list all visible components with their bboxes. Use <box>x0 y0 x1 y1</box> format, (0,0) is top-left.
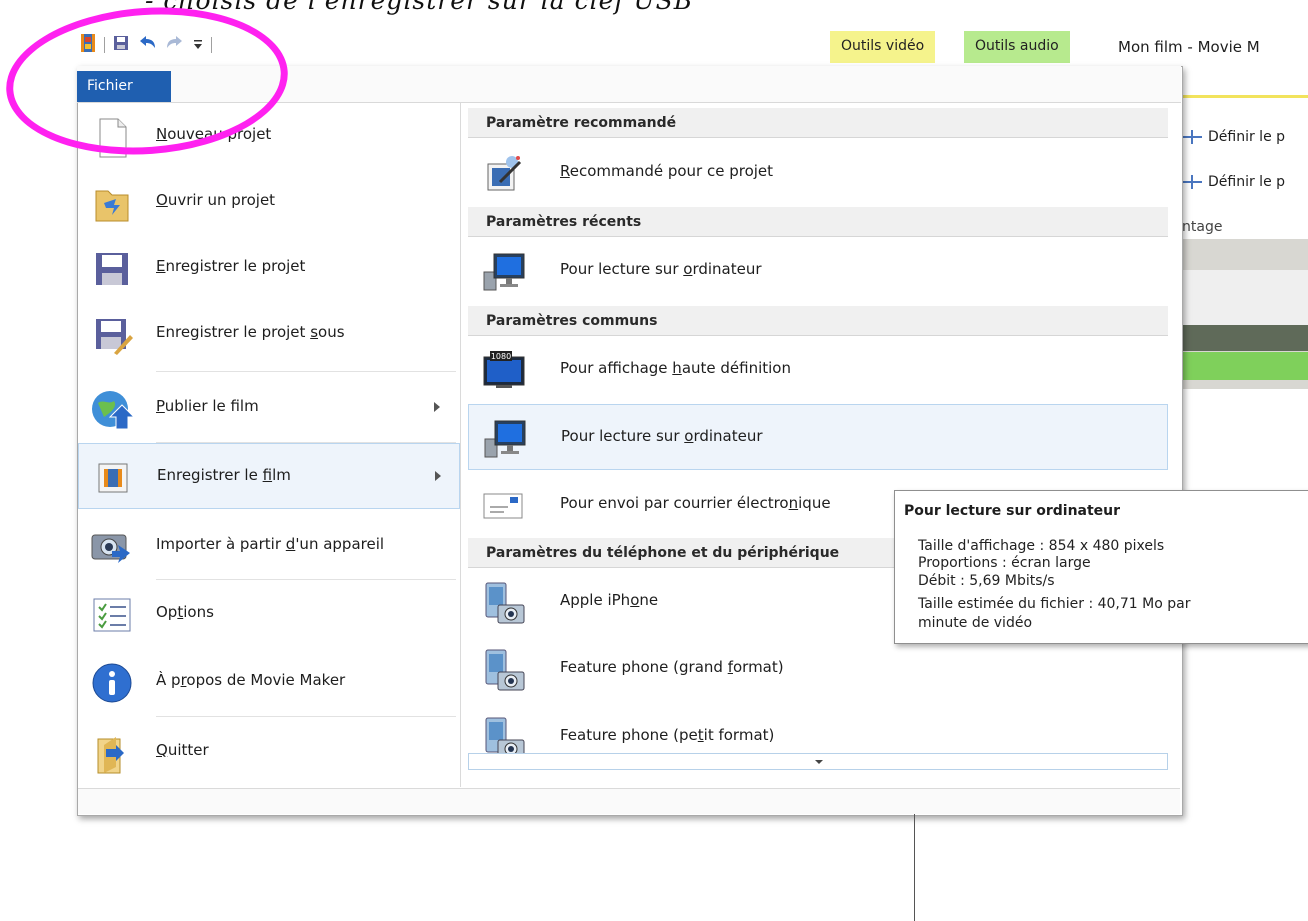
hd-tv-icon: 1080 <box>483 351 525 388</box>
menu-item-label: Enregistrer le projet sous <box>156 323 345 341</box>
video-thumbnail <box>1182 270 1308 325</box>
section-header-communs: Paramètres communs <box>468 306 1168 336</box>
option-label: Pour envoi par courrier électronique <box>560 494 831 512</box>
menu-item-label: Options <box>156 603 214 621</box>
option-commun-lecture-ordinateur[interactable]: Pour lecture sur ordinateur <box>468 404 1168 470</box>
menu-item-enregistrer-le-projet-sous[interactable]: Enregistrer le projet sous <box>78 301 460 367</box>
ribbon-button-label: Définir le p <box>1208 174 1286 190</box>
chevron-down-icon <box>815 760 823 764</box>
ribbon-button-set-start[interactable]: Définir le p <box>1182 129 1285 145</box>
film-magic-icon <box>487 156 522 191</box>
menu-item-label: À propos de Movie Maker <box>156 671 346 689</box>
window-title: Mon film - Movie M <box>1118 38 1260 56</box>
computer-monitor-icon <box>483 253 525 291</box>
section-header-recommande: Paramètre recommandé <box>468 108 1168 138</box>
tooltip-line: Proportions : écran large <box>918 555 1091 571</box>
option-label: Pour lecture sur ordinateur <box>561 427 763 445</box>
menu-separator <box>156 579 456 580</box>
save-disk-icon <box>96 253 128 285</box>
option-label: Apple iPhone <box>560 591 659 609</box>
exit-icon <box>97 737 124 774</box>
ribbon-accent-line <box>1178 95 1308 98</box>
menu-item-label: Enregistrer le film <box>157 466 291 484</box>
menu-item-label: Quitter <box>156 741 209 759</box>
menu-column-divider <box>460 103 461 787</box>
tab-outils-audio[interactable]: Outils audio <box>964 31 1070 63</box>
tooltip-line: Débit : 5,69 Mbits/s <box>918 573 1055 589</box>
submenu-arrow-icon <box>435 471 441 481</box>
menu-item-enregistrer-le-projet[interactable]: Enregistrer le projet <box>78 235 460 301</box>
menu-item-a-propos[interactable]: À propos de Movie Maker <box>78 649 460 715</box>
ribbon-button-label: Définir le p <box>1208 129 1286 145</box>
file-menu-footer <box>78 788 1180 814</box>
open-folder-icon <box>95 190 129 222</box>
info-icon <box>92 663 132 703</box>
email-icon <box>483 493 523 519</box>
ribbon-group-label: ntage <box>1182 219 1223 235</box>
menu-item-options[interactable]: Options <box>78 581 460 647</box>
menu-item-label: Importer à partir d'un appareil <box>156 535 385 553</box>
menu-item-publier-le-film[interactable]: Publier le film <box>78 375 460 441</box>
music-waveform <box>1182 352 1308 380</box>
background-divider <box>914 814 915 921</box>
audio-waveform <box>1182 325 1308 351</box>
option-label: Pour affichage haute définition <box>560 359 791 377</box>
instruction-caption: - choisis de l'enregistrer sur la clef U… <box>145 0 694 15</box>
option-label: Feature phone (petit format) <box>560 726 775 744</box>
option-recommande-pour-ce-projet[interactable]: Recommandé pour ce projet <box>468 140 1168 206</box>
globe-upload-icon <box>92 391 134 430</box>
tooltip-title: Pour lecture sur ordinateur <box>904 503 1121 519</box>
option-feature-phone-grand[interactable]: Feature phone (grand format) <box>468 636 1168 702</box>
option-label: Recommandé pour ce projet <box>560 162 774 180</box>
computer-monitor-icon <box>484 420 526 458</box>
tooltip-line: Taille d'affichage : 854 x 480 pixels <box>918 538 1165 554</box>
trim-end-icon <box>1182 175 1202 189</box>
tooltip-line: Taille estimée du fichier : 40,71 Mo par <box>918 596 1191 612</box>
menu-separator <box>156 716 456 717</box>
menu-item-enregistrer-le-film[interactable]: Enregistrer le film <box>78 443 460 509</box>
menu-item-ouvrir-un-projet[interactable]: Ouvrir un projet <box>78 169 460 235</box>
menu-item-label: Publier le film <box>156 397 259 415</box>
phone-camera-icon <box>485 582 525 624</box>
menu-separator <box>156 371 456 372</box>
option-recent-lecture-ordinateur[interactable]: Pour lecture sur ordinateur <box>468 238 1168 304</box>
option-affichage-haute-definition[interactable]: 1080 Pour affichage haute définition <box>468 337 1168 403</box>
phone-camera-icon <box>485 649 525 691</box>
menu-item-label: Enregistrer le projet <box>156 257 306 275</box>
options-list-icon <box>93 598 131 632</box>
menu-item-quitter[interactable]: Quitter <box>78 719 460 785</box>
save-as-icon <box>96 319 133 355</box>
ribbon-button-set-end[interactable]: Définir le p <box>1182 174 1285 190</box>
svg-text:1080: 1080 <box>491 352 511 361</box>
menu-item-label: Ouvrir un projet <box>156 191 276 209</box>
tooltip-line: minute de vidéo <box>918 615 1033 631</box>
camera-import-icon <box>91 534 130 563</box>
film-save-icon <box>98 463 128 493</box>
menu-item-importer-appareil[interactable]: Importer à partir d'un appareil <box>78 513 460 579</box>
option-label: Feature phone (grand format) <box>560 658 784 676</box>
section-header-recents: Paramètres récents <box>468 207 1168 237</box>
option-label: Pour lecture sur ordinateur <box>560 260 762 278</box>
tab-outils-video[interactable]: Outils vidéo <box>830 31 936 63</box>
submenu-arrow-icon <box>434 402 440 412</box>
trim-start-icon <box>1182 130 1202 144</box>
